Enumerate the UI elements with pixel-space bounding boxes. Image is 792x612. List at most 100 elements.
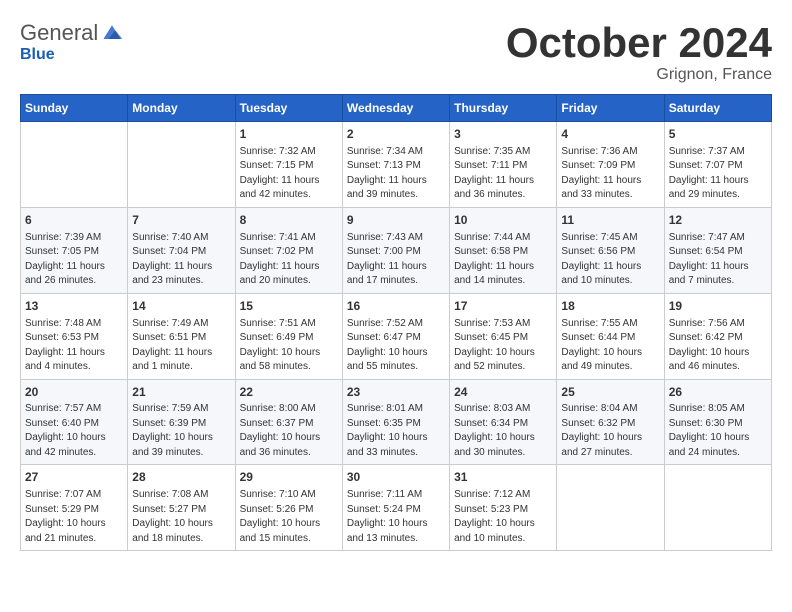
calendar-week-row: 1Sunrise: 7:32 AMSunset: 7:15 PMDaylight… <box>21 122 772 208</box>
day-info: Sunrise: 8:03 AMSunset: 6:34 PMDaylight:… <box>454 402 552 460</box>
day-number: 19 <box>669 298 767 315</box>
page-header: General Blue October 2024 Grignon, Franc… <box>20 20 772 84</box>
day-info: Sunrise: 8:05 AMSunset: 6:30 PMDaylight:… <box>669 402 767 460</box>
calendar-header-saturday: Saturday <box>664 95 771 122</box>
day-info: Sunrise: 7:57 AMSunset: 6:40 PMDaylight:… <box>25 402 123 460</box>
calendar-cell: 3 Sunrise: 7:35 AMSunset: 7:11 PMDaylight… <box>450 122 557 208</box>
day-number: 7 <box>132 212 230 229</box>
day-number: 2 <box>347 126 445 143</box>
calendar-cell: 26Sunrise: 8:05 AMSunset: 6:30 PMDayligh… <box>664 379 771 465</box>
day-info: Sunrise: 7:37 AMSunset: 7:07 PMDaylight:… <box>669 145 767 203</box>
day-number: 5 <box>669 126 767 143</box>
day-number: 6 <box>25 212 123 229</box>
calendar-cell: 16 Sunrise: 7:52 AMSunset: 6:47 PMDayligh… <box>342 293 449 379</box>
day-info: Sunrise: 7:40 AMSunset: 7:04 PMDaylight:… <box>132 231 230 289</box>
calendar-cell: 1Sunrise: 7:32 AMSunset: 7:15 PMDaylight… <box>235 122 342 208</box>
day-number: 26 <box>669 384 767 401</box>
day-number: 13 <box>25 298 123 315</box>
calendar-cell: 12Sunrise: 7:47 AMSunset: 6:54 PMDayligh… <box>664 207 771 293</box>
calendar-header-monday: Monday <box>128 95 235 122</box>
logo: General Blue <box>20 20 124 64</box>
day-info: Sunrise: 7:56 AMSunset: 6:42 PMDaylight:… <box>669 317 767 375</box>
day-number: 15 <box>240 298 338 315</box>
day-number: 27 <box>25 469 123 486</box>
day-number: 17 <box>454 298 552 315</box>
calendar-cell: 2Sunrise: 7:34 AMSunset: 7:13 PMDaylight… <box>342 122 449 208</box>
location: Grignon, France <box>506 66 772 84</box>
day-number: 20 <box>25 384 123 401</box>
calendar-week-row: 6 Sunrise: 7:39 AMSunset: 7:05 PMDaylight… <box>21 207 772 293</box>
calendar-cell <box>128 122 235 208</box>
day-info: Sunrise: 7:41 AMSunset: 7:02 PMDaylight:… <box>240 231 338 289</box>
calendar-cell: 17 Sunrise: 7:53 AMSunset: 6:45 PMDayligh… <box>450 293 557 379</box>
calendar-cell: 24Sunrise: 8:03 AMSunset: 6:34 PMDayligh… <box>450 379 557 465</box>
day-info: Sunrise: 7:39 AMSunset: 7:05 PMDaylight:… <box>25 231 123 289</box>
calendar-cell: 19 Sunrise: 7:56 AMSunset: 6:42 PMDayligh… <box>664 293 771 379</box>
day-number: 25 <box>561 384 659 401</box>
day-number: 4 <box>561 126 659 143</box>
calendar-week-row: 20Sunrise: 7:57 AMSunset: 6:40 PMDayligh… <box>21 379 772 465</box>
day-number: 10 <box>454 212 552 229</box>
day-info: Sunrise: 7:10 AMSunset: 5:26 PMDaylight:… <box>240 488 338 546</box>
calendar-cell: 29 Sunrise: 7:10 AMSunset: 5:26 PMDayligh… <box>235 465 342 551</box>
day-info: Sunrise: 7:07 AMSunset: 5:29 PMDaylight:… <box>25 488 123 546</box>
calendar-cell <box>21 122 128 208</box>
day-number: 11 <box>561 212 659 229</box>
calendar-cell: 8 Sunrise: 7:41 AMSunset: 7:02 PMDaylight… <box>235 207 342 293</box>
day-info: Sunrise: 7:44 AMSunset: 6:58 PMDaylight:… <box>454 231 552 289</box>
day-number: 1 <box>240 126 338 143</box>
day-number: 30 <box>347 469 445 486</box>
day-info: Sunrise: 7:35 AMSunset: 7:11 PMDaylight:… <box>454 145 552 203</box>
logo-general-text: General <box>20 20 98 46</box>
calendar-table: SundayMondayTuesdayWednesdayThursdayFrid… <box>20 94 772 551</box>
day-info: Sunrise: 7:59 AMSunset: 6:39 PMDaylight:… <box>132 402 230 460</box>
calendar-cell: 18Sunrise: 7:55 AMSunset: 6:44 PMDayligh… <box>557 293 664 379</box>
calendar-header-sunday: Sunday <box>21 95 128 122</box>
calendar-header-wednesday: Wednesday <box>342 95 449 122</box>
calendar-cell: 25Sunrise: 8:04 AMSunset: 6:32 PMDayligh… <box>557 379 664 465</box>
calendar-header-row: SundayMondayTuesdayWednesdayThursdayFrid… <box>21 95 772 122</box>
calendar-cell: 30Sunrise: 7:11 AMSunset: 5:24 PMDayligh… <box>342 465 449 551</box>
calendar-cell: 21Sunrise: 7:59 AMSunset: 6:39 PMDayligh… <box>128 379 235 465</box>
calendar-cell: 5 Sunrise: 7:37 AMSunset: 7:07 PMDaylight… <box>664 122 771 208</box>
calendar-cell: 22Sunrise: 8:00 AMSunset: 6:37 PMDayligh… <box>235 379 342 465</box>
calendar-cell: 15 Sunrise: 7:51 AMSunset: 6:49 PMDayligh… <box>235 293 342 379</box>
day-info: Sunrise: 7:43 AMSunset: 7:00 PMDaylight:… <box>347 231 445 289</box>
day-number: 9 <box>347 212 445 229</box>
day-info: Sunrise: 7:52 AMSunset: 6:47 PMDaylight:… <box>347 317 445 375</box>
day-number: 28 <box>132 469 230 486</box>
calendar-cell: 13Sunrise: 7:48 AMSunset: 6:53 PMDayligh… <box>21 293 128 379</box>
day-number: 22 <box>240 384 338 401</box>
day-info: Sunrise: 7:49 AMSunset: 6:51 PMDaylight:… <box>132 317 230 375</box>
day-info: Sunrise: 7:55 AMSunset: 6:44 PMDaylight:… <box>561 317 659 375</box>
day-info: Sunrise: 7:51 AMSunset: 6:49 PMDaylight:… <box>240 317 338 375</box>
calendar-header-thursday: Thursday <box>450 95 557 122</box>
day-info: Sunrise: 7:53 AMSunset: 6:45 PMDaylight:… <box>454 317 552 375</box>
day-number: 16 <box>347 298 445 315</box>
calendar-cell: 27 Sunrise: 7:07 AMSunset: 5:29 PMDayligh… <box>21 465 128 551</box>
calendar-cell: 23Sunrise: 8:01 AMSunset: 6:35 PMDayligh… <box>342 379 449 465</box>
calendar-cell: 9 Sunrise: 7:43 AMSunset: 7:00 PMDaylight… <box>342 207 449 293</box>
calendar-header-friday: Friday <box>557 95 664 122</box>
day-info: Sunrise: 8:04 AMSunset: 6:32 PMDaylight:… <box>561 402 659 460</box>
day-number: 31 <box>454 469 552 486</box>
day-info: Sunrise: 8:01 AMSunset: 6:35 PMDaylight:… <box>347 402 445 460</box>
day-info: Sunrise: 7:36 AMSunset: 7:09 PMDaylight:… <box>561 145 659 203</box>
day-number: 3 <box>454 126 552 143</box>
calendar-cell: 10 Sunrise: 7:44 AMSunset: 6:58 PMDayligh… <box>450 207 557 293</box>
day-number: 24 <box>454 384 552 401</box>
month-title: October 2024 <box>506 20 772 66</box>
calendar-cell: 7 Sunrise: 7:40 AMSunset: 7:04 PMDaylight… <box>128 207 235 293</box>
day-number: 8 <box>240 212 338 229</box>
calendar-cell: 11 Sunrise: 7:45 AMSunset: 6:56 PMDayligh… <box>557 207 664 293</box>
day-number: 29 <box>240 469 338 486</box>
day-info: Sunrise: 8:00 AMSunset: 6:37 PMDaylight:… <box>240 402 338 460</box>
day-info: Sunrise: 7:45 AMSunset: 6:56 PMDaylight:… <box>561 231 659 289</box>
calendar-cell: 4 Sunrise: 7:36 AMSunset: 7:09 PMDaylight… <box>557 122 664 208</box>
logo-icon <box>100 23 124 43</box>
calendar-header-tuesday: Tuesday <box>235 95 342 122</box>
calendar-cell: 6 Sunrise: 7:39 AMSunset: 7:05 PMDaylight… <box>21 207 128 293</box>
calendar-cell: 28Sunrise: 7:08 AMSunset: 5:27 PMDayligh… <box>128 465 235 551</box>
calendar-cell <box>557 465 664 551</box>
calendar-week-row: 13Sunrise: 7:48 AMSunset: 6:53 PMDayligh… <box>21 293 772 379</box>
